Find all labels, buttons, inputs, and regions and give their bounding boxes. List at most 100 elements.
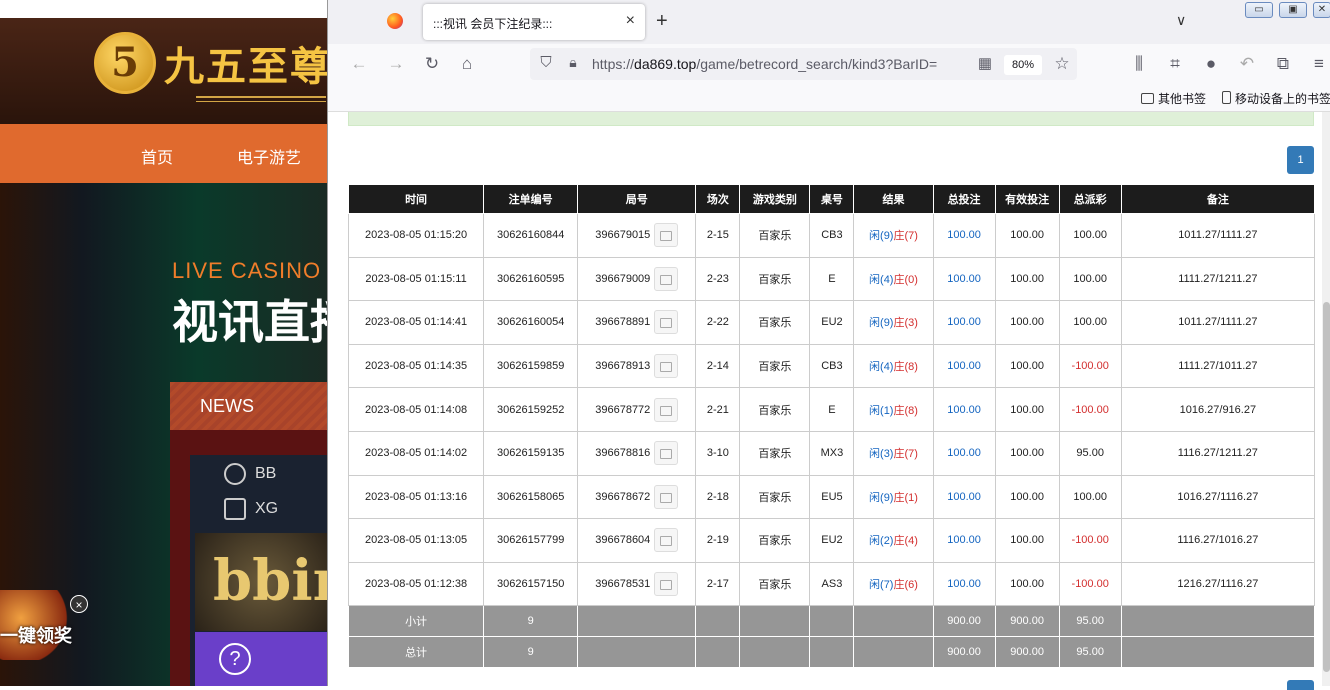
result-cell: 闲(4)庄(0) [853, 256, 934, 302]
table-header-row: 时间 注单编号 局号 场次 游戏类别 桌号 结果 总投注 有效投注 总派彩 备注 [347, 184, 1316, 214]
list-tabs-icon[interactable]: ∨ [1176, 12, 1186, 29]
empty-cell [577, 605, 697, 638]
firefox-tab-icon[interactable] [387, 13, 403, 29]
result-cell: 闲(1)庄(8) [853, 387, 934, 432]
bet-cell: 100.00 [932, 474, 996, 520]
empty-cell [695, 605, 741, 638]
pagination-page-1[interactable]: 1 [1287, 146, 1314, 174]
forward-icon[interactable]: → [386, 54, 406, 74]
logo-text[interactable]: 九五至尊 [164, 34, 330, 92]
replay-video-icon[interactable] [654, 223, 679, 248]
round-cell: 396678913 [577, 343, 697, 389]
zoom-indicator[interactable]: 80% [1004, 55, 1042, 75]
news-bar[interactable]: NEWS [170, 382, 330, 430]
replay-video-icon[interactable] [654, 266, 679, 291]
result-cell: 闲(2)庄(4) [853, 518, 934, 563]
empty-cell [739, 636, 811, 669]
bookmark-other[interactable]: 其他书签 [1141, 90, 1206, 107]
column-header: 结果 [853, 184, 934, 214]
total-bet: 900.00 [932, 636, 996, 669]
table-row: 2023-08-05 01:12:38 30626157150 396678531 2… [347, 561, 1316, 607]
help-icon[interactable]: ? [219, 643, 251, 675]
round-number[interactable]: 396678531 [595, 578, 650, 590]
replay-video-icon[interactable] [654, 441, 679, 466]
crop-icon[interactable]: ⌗ [1165, 54, 1185, 74]
round-number[interactable]: 396679015 [595, 229, 650, 241]
game-cell: 百家乐 [739, 300, 811, 345]
nav-home[interactable]: 首页 [141, 144, 173, 168]
hero-title: 视讯直播 [172, 296, 330, 348]
replay-video-icon[interactable] [654, 354, 679, 379]
scrollbar[interactable] [1322, 112, 1330, 686]
shield-icon[interactable]: ⛉ [536, 54, 556, 71]
player-result: 闲(9) [869, 230, 894, 243]
banker-result: 庄(1) [893, 491, 918, 504]
bet-cell: 100.00 [932, 213, 996, 258]
bookmark-star-icon[interactable]: ☆ [1052, 54, 1072, 74]
reload-icon[interactable]: ↻ [422, 54, 442, 74]
round-number[interactable]: 396678891 [595, 316, 650, 328]
game-cell: 百家乐 [739, 561, 811, 607]
order-cell: 30626157799 [483, 518, 579, 563]
pagination-bottom[interactable] [1287, 680, 1314, 690]
chat-icon[interactable]: ● [1201, 54, 1221, 74]
back-icon[interactable]: ← [349, 54, 369, 74]
minimize-button[interactable]: ▭ [1245, 2, 1273, 18]
promo-text[interactable]: 一键领奖 [0, 622, 72, 648]
bb-chip-icon [224, 463, 246, 485]
logo-icon[interactable]: 5 [94, 32, 156, 94]
session-cell: 2-17 [695, 561, 741, 607]
home-icon[interactable]: ⌂ [457, 54, 477, 74]
player-result: 闲(4) [869, 273, 894, 286]
promo-close-icon[interactable]: × [70, 595, 88, 613]
qr-code-icon[interactable]: ▦ [975, 54, 995, 72]
url-bar[interactable]: ⛉ 🔒︎ https://da869.top/game/betrecord_se… [530, 48, 1077, 80]
bookmarks-bar: 其他书签 移动设备上的书签 [328, 84, 1330, 112]
bookmark-mobile[interactable]: 移动设备上的书签 [1222, 90, 1330, 107]
bbin-logo[interactable]: bbin [195, 533, 330, 631]
note-cell: 1111.27/1011.27 [1120, 343, 1316, 389]
info-alert [348, 112, 1314, 126]
round-number[interactable]: 396679009 [595, 273, 650, 285]
round-number[interactable]: 396678913 [595, 360, 650, 372]
lock-icon[interactable]: 🔒︎ [563, 54, 583, 71]
total-payout: 95.00 [1058, 636, 1122, 669]
column-header: 游戏类别 [739, 184, 811, 214]
scrollbar-thumb[interactable] [1323, 302, 1330, 672]
game-cell: 百家乐 [739, 430, 811, 476]
round-number[interactable]: 396678816 [595, 447, 650, 459]
library-icon[interactable]: ⫼ [1129, 54, 1149, 74]
table-cell: E [809, 387, 855, 432]
browser-window: :::视讯 会员下注纪录::: × + ∨ ▭ ▣ ✕ ← → ↻ ⌂ ⛉ 🔒︎… [327, 0, 1330, 690]
banker-result: 庄(8) [893, 404, 918, 417]
table-cell: EU5 [809, 474, 855, 520]
new-tab-button[interactable]: + [656, 10, 668, 33]
round-number[interactable]: 396678672 [595, 491, 650, 503]
table-cell: EU2 [809, 300, 855, 345]
tab-close-icon[interactable]: × [626, 12, 635, 30]
close-window-button[interactable]: ✕ [1313, 2, 1330, 18]
game-item-bb[interactable]: BB [255, 465, 276, 483]
round-number[interactable]: 396678772 [595, 404, 650, 416]
replay-video-icon[interactable] [654, 397, 679, 422]
round-number[interactable]: 396678604 [595, 534, 650, 546]
replay-video-icon[interactable] [654, 572, 679, 597]
url-text[interactable]: https://da869.top/game/betrecord_search/… [592, 56, 964, 72]
time-cell: 2023-08-05 01:12:38 [347, 561, 485, 607]
table-cell: CB3 [809, 213, 855, 258]
extensions-icon[interactable]: ⧉ [1273, 54, 1293, 74]
bet-cell: 100.00 [932, 343, 996, 389]
maximize-button[interactable]: ▣ [1279, 2, 1307, 18]
replay-video-icon[interactable] [654, 528, 679, 553]
replay-video-icon[interactable] [654, 310, 679, 335]
nav-slots[interactable]: 电子游艺 [237, 144, 301, 168]
active-tab[interactable]: :::视讯 会员下注纪录::: × [423, 4, 645, 40]
valid-cell: 100.00 [994, 561, 1060, 607]
undo-icon[interactable]: ↶ [1237, 54, 1257, 74]
replay-video-icon[interactable] [654, 484, 679, 509]
game-item-xg[interactable]: XG [255, 500, 278, 518]
round-cell: 396678604 [577, 518, 697, 563]
menu-icon[interactable]: ≡ [1309, 54, 1329, 74]
total-count: 9 [483, 636, 579, 669]
help-panel [195, 632, 330, 686]
